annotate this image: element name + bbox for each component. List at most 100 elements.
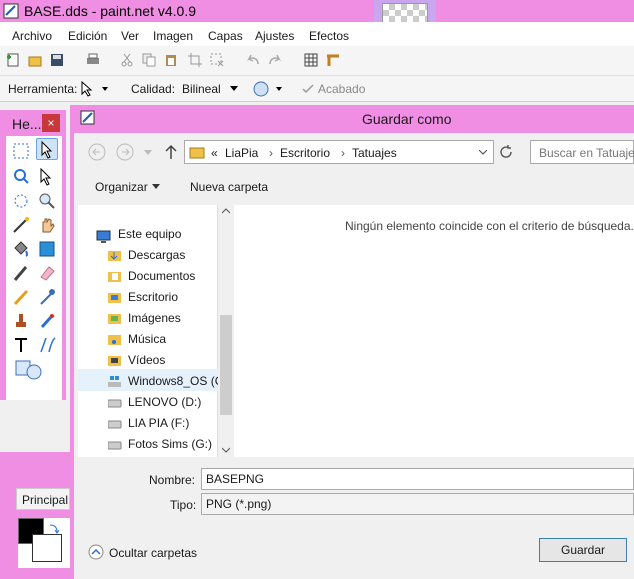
pencil-icon[interactable] bbox=[10, 286, 32, 308]
zoom-icon[interactable] bbox=[10, 166, 32, 188]
new-folder-button[interactable]: Nueva carpeta bbox=[190, 180, 268, 194]
ellipse-select-icon[interactable] bbox=[10, 190, 32, 212]
menu-archivo[interactable]: Archivo bbox=[12, 29, 52, 43]
move-selection-icon[interactable] bbox=[36, 166, 58, 188]
file-list-area[interactable]: Ningún elemento coincide con el criterio… bbox=[234, 205, 634, 457]
scrollbar-thumb[interactable] bbox=[220, 315, 232, 415]
tool-options-bar: Herramienta: Calidad: Bilineal Acabado bbox=[0, 76, 634, 102]
menu-imagen[interactable]: Imagen bbox=[153, 29, 193, 43]
nav-lia-pia[interactable]: LIA PIA (F:) bbox=[128, 416, 189, 430]
ruler-icon[interactable] bbox=[326, 53, 340, 67]
menu-ajustes[interactable]: Ajustes bbox=[255, 29, 294, 43]
gradient-icon[interactable] bbox=[36, 238, 58, 260]
paint-bucket-icon[interactable] bbox=[10, 238, 32, 260]
pan-hand-icon[interactable] bbox=[36, 214, 58, 236]
breadcrumb-escritorio[interactable]: Escritorio bbox=[280, 146, 330, 160]
music-folder-icon bbox=[108, 335, 121, 345]
nav-musica[interactable]: Música bbox=[128, 332, 166, 346]
nav-scrollbar[interactable] bbox=[218, 205, 234, 457]
swap-colors-icon[interactable] bbox=[48, 522, 60, 534]
tool-label: Herramienta: bbox=[8, 82, 78, 96]
nav-lenovo[interactable]: LENOVO (D:) bbox=[128, 395, 201, 409]
folder-icon bbox=[189, 147, 205, 159]
crop-icon[interactable] bbox=[188, 53, 202, 67]
up-arrow-icon[interactable] bbox=[164, 144, 178, 160]
chevron-down-icon[interactable] bbox=[152, 184, 160, 190]
search-placeholder: Buscar en Tatuajes bbox=[539, 146, 634, 160]
menu-capas[interactable]: Capas bbox=[208, 29, 243, 43]
hide-folders-button[interactable]: Ocultar carpetas bbox=[109, 546, 197, 560]
navigation-pane: Este equipo Descargas Documentos Escrito… bbox=[78, 205, 223, 457]
back-button-icon[interactable] bbox=[88, 143, 106, 161]
videos-folder-icon bbox=[108, 356, 121, 366]
open-icon[interactable] bbox=[28, 53, 42, 67]
breadcrumb-tatuajes[interactable]: Tatuajes bbox=[352, 146, 397, 160]
recent-locations-chevron-icon[interactable] bbox=[144, 150, 152, 156]
menu-edicion[interactable]: Edición bbox=[68, 29, 107, 43]
secondary-color-swatch[interactable] bbox=[32, 534, 62, 562]
nav-descargas[interactable]: Descargas bbox=[128, 248, 185, 262]
antialiasing-icon[interactable] bbox=[252, 80, 286, 98]
tools-grid bbox=[6, 136, 62, 400]
breadcrumb-separator: › bbox=[341, 146, 345, 160]
nav-este-equipo[interactable]: Este equipo bbox=[118, 227, 181, 241]
magic-wand-icon[interactable] bbox=[10, 214, 32, 236]
breadcrumb-liapia[interactable]: LiaPia bbox=[225, 146, 258, 160]
download-folder-icon bbox=[108, 251, 121, 261]
copy-icon[interactable] bbox=[142, 53, 156, 67]
redo-icon[interactable] bbox=[268, 53, 282, 67]
nav-windows8-os[interactable]: Windows8_OS (C bbox=[128, 374, 223, 388]
menu-efectos[interactable]: Efectos bbox=[309, 29, 349, 43]
nav-videos[interactable]: Vídeos bbox=[128, 353, 165, 367]
organize-button[interactable]: Organizar bbox=[95, 180, 148, 194]
chevron-down-icon[interactable] bbox=[479, 150, 487, 156]
new-icon[interactable] bbox=[6, 53, 20, 67]
nav-escritorio[interactable]: Escritorio bbox=[128, 290, 178, 304]
documents-folder-icon bbox=[108, 272, 121, 282]
deselect-icon[interactable] bbox=[210, 53, 224, 67]
grid-icon[interactable] bbox=[304, 53, 318, 67]
recolor-icon[interactable] bbox=[36, 310, 58, 332]
tools-panel-title: He... bbox=[12, 116, 42, 132]
color-picker-icon[interactable] bbox=[36, 286, 58, 308]
nav-fotos-sims[interactable]: Fotos Sims (G:) bbox=[128, 437, 212, 451]
text-tool-icon[interactable] bbox=[10, 334, 32, 356]
save-icon[interactable] bbox=[50, 53, 64, 67]
scroll-up-icon[interactable] bbox=[222, 208, 230, 214]
magnifier-icon[interactable] bbox=[36, 190, 58, 212]
nav-imagenes[interactable]: Imágenes bbox=[128, 311, 181, 325]
refresh-icon[interactable] bbox=[498, 144, 514, 160]
file-name-input[interactable]: BASEPNG bbox=[201, 468, 634, 490]
save-button[interactable]: Guardar bbox=[539, 538, 627, 562]
line-curve-icon[interactable] bbox=[36, 334, 58, 356]
finish-button[interactable]: Acabado bbox=[318, 82, 365, 96]
tools-panel: He... × bbox=[0, 110, 66, 400]
rectangle-select-icon[interactable] bbox=[10, 140, 32, 162]
colors-mode-dropdown[interactable]: Principal bbox=[16, 488, 70, 510]
computer-icon bbox=[96, 230, 111, 243]
scroll-down-icon[interactable] bbox=[222, 447, 230, 453]
chevron-down-icon[interactable] bbox=[230, 86, 238, 92]
clone-stamp-icon[interactable] bbox=[10, 310, 32, 332]
tools-panel-close-button[interactable]: × bbox=[42, 114, 60, 132]
collapse-chevron-icon[interactable] bbox=[88, 544, 104, 560]
paintbrush-icon[interactable] bbox=[10, 262, 32, 284]
file-type-select[interactable]: PNG (*.png) bbox=[201, 493, 634, 515]
move-selection-tool-icon[interactable] bbox=[80, 81, 108, 97]
print-icon[interactable] bbox=[86, 53, 100, 67]
quality-dropdown[interactable]: Bilineal bbox=[182, 82, 221, 96]
colors-panel: Principal bbox=[0, 452, 70, 579]
paste-icon[interactable] bbox=[164, 53, 178, 67]
forward-button-icon[interactable] bbox=[116, 143, 134, 161]
nav-documentos[interactable]: Documentos bbox=[128, 269, 195, 283]
menu-ver[interactable]: Ver bbox=[121, 29, 139, 43]
breadcrumb-overflow[interactable]: « bbox=[211, 146, 218, 160]
cut-icon[interactable] bbox=[120, 53, 134, 67]
shapes-icon[interactable] bbox=[10, 358, 54, 380]
search-input[interactable]: Buscar en Tatuajes bbox=[530, 140, 634, 164]
address-bar[interactable]: « LiaPia › Escritorio › Tatuajes bbox=[184, 140, 494, 164]
desktop-folder-icon bbox=[108, 293, 121, 303]
undo-icon[interactable] bbox=[246, 53, 260, 67]
move-selected-pixels-icon[interactable] bbox=[36, 138, 58, 160]
eraser-icon[interactable] bbox=[36, 262, 58, 284]
